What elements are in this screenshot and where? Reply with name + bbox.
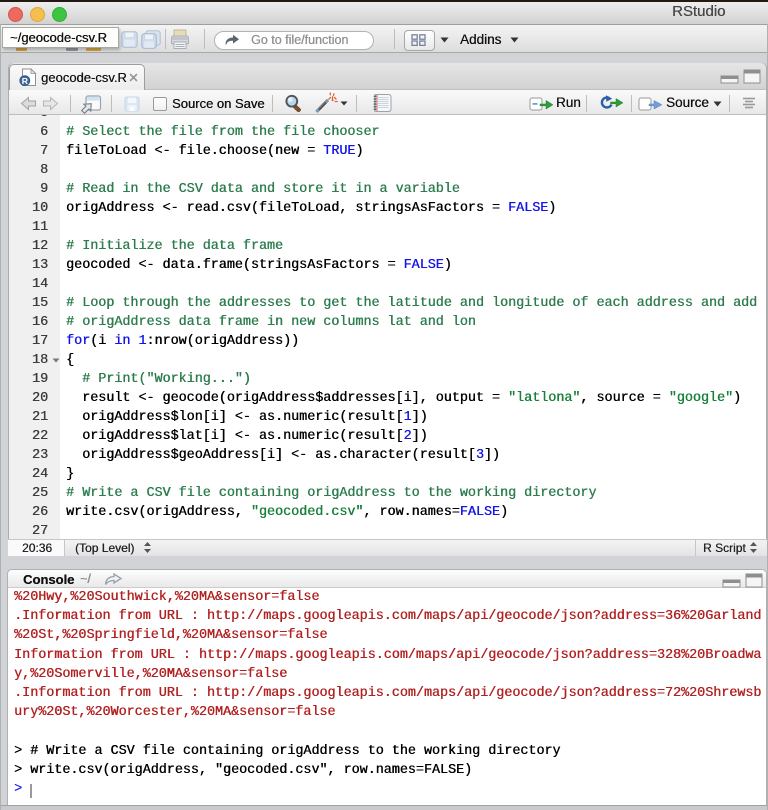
svg-text:R: R [22, 76, 29, 86]
